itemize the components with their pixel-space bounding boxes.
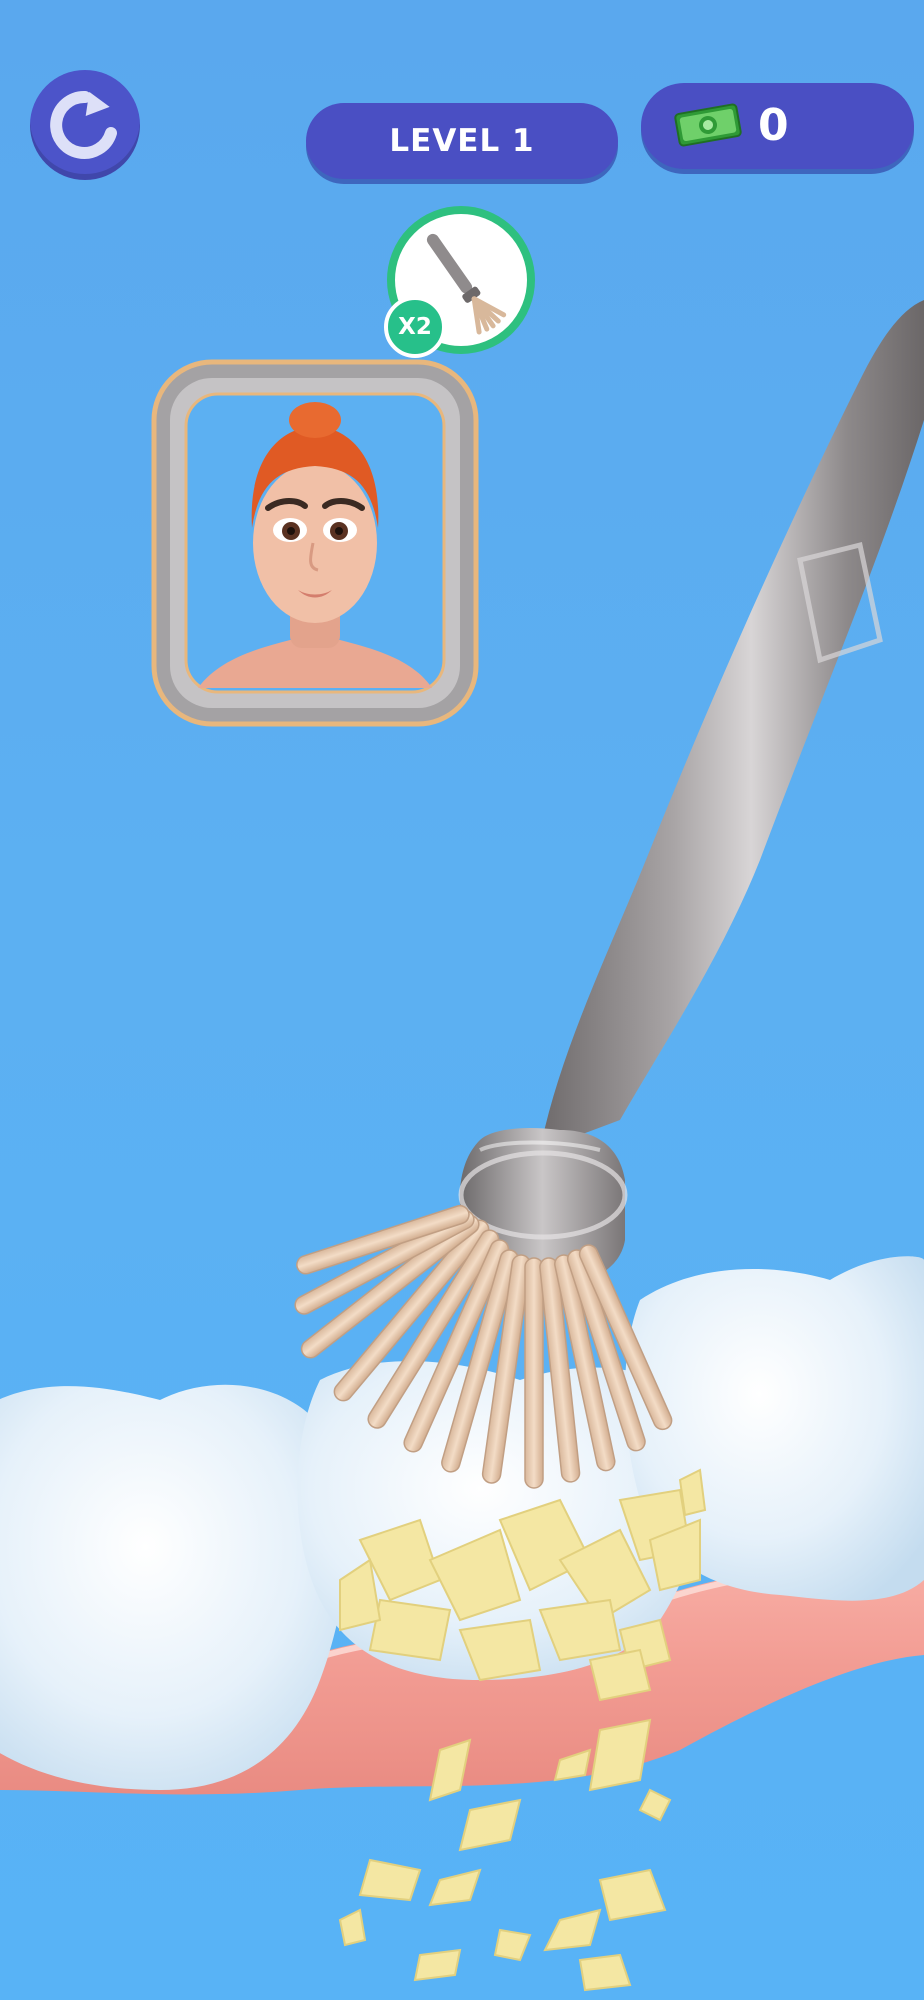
restart-icon (50, 90, 117, 159)
tool-multiplier: X2 (398, 314, 432, 340)
cash-value: 0 (758, 100, 789, 151)
patient-portrait (151, 359, 479, 727)
tool-multiplier-badge: X2 (384, 296, 446, 358)
level-label: LEVEL 1 (389, 123, 535, 159)
restart-button[interactable] (30, 70, 140, 180)
level-indicator: LEVEL 1 (306, 103, 618, 179)
game-scene: LEVEL 1 0 X2 (0, 0, 924, 2000)
cash-counter: 0 (641, 83, 914, 169)
cash-bill-icon (674, 103, 742, 147)
